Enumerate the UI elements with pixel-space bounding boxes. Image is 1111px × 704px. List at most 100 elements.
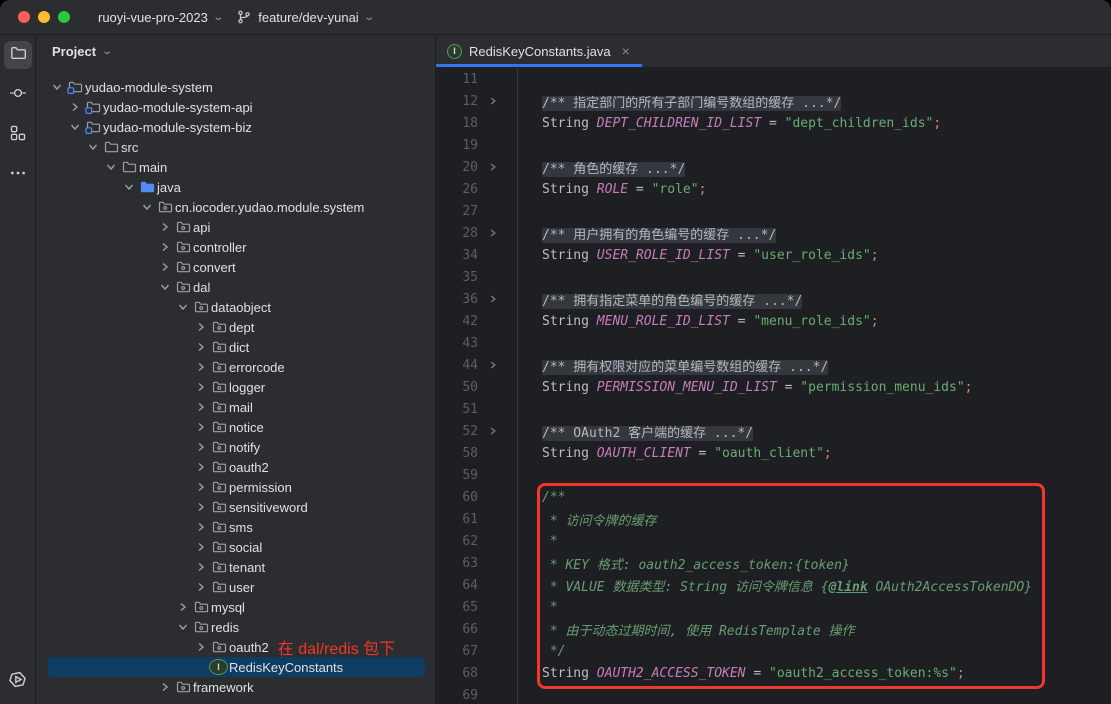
tree-item-dict[interactable]: dict xyxy=(36,337,435,357)
chevron-right-icon[interactable] xyxy=(156,259,173,275)
chevron-right-icon[interactable] xyxy=(192,499,209,515)
tree-item-sms[interactable]: sms xyxy=(36,517,435,537)
branch-selector[interactable]: feature/dev-yunai ⌄ xyxy=(236,9,373,25)
chevron-right-icon[interactable] xyxy=(192,479,209,495)
tree-item-tenant[interactable]: tenant xyxy=(36,557,435,577)
chevron-right-icon[interactable] xyxy=(156,219,173,235)
chevron-right-icon[interactable] xyxy=(192,439,209,455)
chevron-down-icon[interactable] xyxy=(120,179,137,195)
code-line-63[interactable]: 63 * KEY 格式: oauth2_access_token:{token} xyxy=(436,552,1111,574)
fold-arrow-icon[interactable] xyxy=(482,160,504,174)
chevron-down-icon[interactable] xyxy=(156,279,173,295)
fold-arrow-icon[interactable] xyxy=(482,292,504,306)
chevron-right-icon[interactable] xyxy=(192,559,209,575)
code-line-12[interactable]: 12/** 指定部门的所有子部门编号数组的缓存 ...*/ xyxy=(436,90,1111,112)
close-window-button[interactable] xyxy=(18,11,30,23)
project-folder-tool-button[interactable] xyxy=(4,41,32,69)
tab-rediskeyconstants[interactable]: I RedisKeyConstants.java × xyxy=(436,35,642,67)
code-line-62[interactable]: 62 * xyxy=(436,530,1111,552)
chevron-down-icon[interactable] xyxy=(138,199,155,215)
code-line-19[interactable]: 19 xyxy=(436,134,1111,156)
tree-item-permission[interactable]: permission xyxy=(36,477,435,497)
fold-arrow-icon[interactable] xyxy=(482,424,504,438)
code-line-28[interactable]: 28/** 用户拥有的角色编号的缓存 ...*/ xyxy=(436,222,1111,244)
code-line-50[interactable]: 50String PERMISSION_MENU_ID_LIST = "perm… xyxy=(436,376,1111,398)
code-line-60[interactable]: 60/** xyxy=(436,486,1111,508)
code-line-58[interactable]: 58String OAUTH_CLIENT = "oauth_client"; xyxy=(436,442,1111,464)
chevron-right-icon[interactable] xyxy=(192,379,209,395)
tree-item-redis[interactable]: redis xyxy=(36,617,435,637)
chevron-down-icon[interactable] xyxy=(84,139,101,155)
code-line-67[interactable]: 67 */ xyxy=(436,640,1111,662)
tree-item-src[interactable]: src xyxy=(36,137,435,157)
chevron-right-icon[interactable] xyxy=(192,539,209,555)
chevron-right-icon[interactable] xyxy=(192,359,209,375)
tree-item-controller[interactable]: controller xyxy=(36,237,435,257)
code-line-11[interactable]: 11 xyxy=(436,68,1111,90)
tree-item-yudao-module-system[interactable]: yudao-module-system xyxy=(36,77,435,97)
tree-item-api[interactable]: api xyxy=(36,217,435,237)
code-line-36[interactable]: 36/** 拥有指定菜单的角色编号的缓存 ...*/ xyxy=(436,288,1111,310)
tree-item-rediskeyconstants[interactable]: IRedisKeyConstants xyxy=(36,657,435,677)
fold-arrow-icon[interactable] xyxy=(482,94,504,108)
chevron-down-icon[interactable] xyxy=(66,119,83,135)
tree-item-notify[interactable]: notify xyxy=(36,437,435,457)
chevron-right-icon[interactable] xyxy=(192,339,209,355)
services-tool-button[interactable] xyxy=(4,668,32,696)
tree-item-dataobject[interactable]: dataobject xyxy=(36,297,435,317)
more-tool-button[interactable] xyxy=(4,161,32,189)
code-line-27[interactable]: 27 xyxy=(436,200,1111,222)
code-line-64[interactable]: 64 * VALUE 数据类型: String 访问令牌信息 {@link OA… xyxy=(436,574,1111,596)
tree-item-notice[interactable]: notice xyxy=(36,417,435,437)
chevron-down-icon[interactable] xyxy=(48,79,65,95)
code-line-42[interactable]: 42String MENU_ROLE_ID_LIST = "menu_role_… xyxy=(436,310,1111,332)
code-line-68[interactable]: 68String OAUTH2_ACCESS_TOKEN = "oauth2_a… xyxy=(436,662,1111,684)
fold-arrow-icon[interactable] xyxy=(482,226,504,240)
code-line-52[interactable]: 52/** OAuth2 客户端的缓存 ...*/ xyxy=(436,420,1111,442)
tree-item-sensitiveword[interactable]: sensitiveword xyxy=(36,497,435,517)
project-panel-header[interactable]: Project ⌄ xyxy=(36,35,435,68)
code-line-18[interactable]: 18String DEPT_CHILDREN_ID_LIST = "dept_c… xyxy=(436,112,1111,134)
commit-tool-button[interactable] xyxy=(4,81,32,109)
close-tab-icon[interactable]: × xyxy=(622,43,630,59)
tree-item-oauth2[interactable]: oauth2 xyxy=(36,457,435,477)
chevron-right-icon[interactable] xyxy=(66,99,83,115)
chevron-right-icon[interactable] xyxy=(192,419,209,435)
tree-item-main[interactable]: main xyxy=(36,157,435,177)
tree-item-java[interactable]: java xyxy=(36,177,435,197)
chevron-down-icon[interactable] xyxy=(102,159,119,175)
code-line-65[interactable]: 65 * xyxy=(436,596,1111,618)
chevron-right-icon[interactable] xyxy=(156,679,173,695)
chevron-right-icon[interactable] xyxy=(192,459,209,475)
maximize-window-button[interactable] xyxy=(58,11,70,23)
chevron-right-icon[interactable] xyxy=(156,239,173,255)
tree-item-errorcode[interactable]: errorcode xyxy=(36,357,435,377)
code-line-43[interactable]: 43 xyxy=(436,332,1111,354)
code-line-44[interactable]: 44/** 拥有权限对应的菜单编号数组的缓存 ...*/ xyxy=(436,354,1111,376)
tree-item-cn.iocoder.yudao.module.system[interactable]: cn.iocoder.yudao.module.system xyxy=(36,197,435,217)
code-line-20[interactable]: 20/** 角色的缓存 ...*/ xyxy=(436,156,1111,178)
tree-item-yudao-module-system-biz[interactable]: yudao-module-system-biz xyxy=(36,117,435,137)
chevron-down-icon[interactable] xyxy=(174,299,191,315)
tree-item-dal[interactable]: dal xyxy=(36,277,435,297)
code-line-69[interactable]: 69 xyxy=(436,684,1111,704)
tree-item-social[interactable]: social xyxy=(36,537,435,557)
code-line-66[interactable]: 66 * 由于动态过期时间, 使用 RedisTemplate 操作 xyxy=(436,618,1111,640)
tree-item-dept[interactable]: dept xyxy=(36,317,435,337)
tree-item-logger[interactable]: logger xyxy=(36,377,435,397)
tree-item-framework[interactable]: framework xyxy=(36,677,435,697)
tree-item-convert[interactable]: convert xyxy=(36,257,435,277)
code-line-61[interactable]: 61 * 访问令牌的缓存 xyxy=(436,508,1111,530)
chevron-right-icon[interactable] xyxy=(174,599,191,615)
tree-item-oauth2[interactable]: oauth2在 dal/redis 包下 xyxy=(36,637,435,657)
chevron-right-icon[interactable] xyxy=(192,639,209,655)
code-line-35[interactable]: 35 xyxy=(436,266,1111,288)
chevron-right-icon[interactable] xyxy=(192,579,209,595)
tree-item-mail[interactable]: mail xyxy=(36,397,435,417)
tree-item-mysql[interactable]: mysql xyxy=(36,597,435,617)
code-line-59[interactable]: 59 xyxy=(436,464,1111,486)
structure-tool-button[interactable] xyxy=(4,121,32,149)
project-selector[interactable]: ruoyi-vue-pro-2023 ⌄ xyxy=(98,10,222,25)
code-line-26[interactable]: 26String ROLE = "role"; xyxy=(436,178,1111,200)
minimize-window-button[interactable] xyxy=(38,11,50,23)
